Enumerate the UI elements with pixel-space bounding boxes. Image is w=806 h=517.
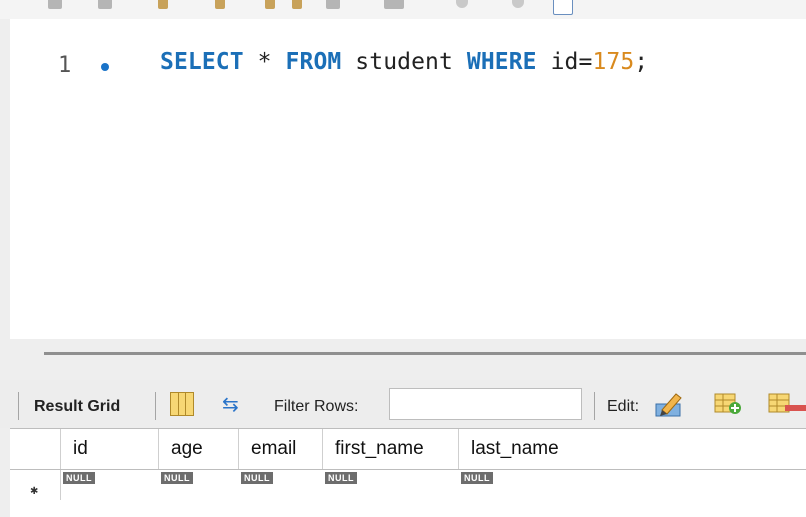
column-header-last-name[interactable]: last_name [459, 429, 806, 469]
column-header-first-name[interactable]: first_name [323, 429, 459, 469]
null-cell-email[interactable]: NULL [241, 472, 273, 484]
sql-code-line[interactable]: SELECT * FROM student WHERE id=175; [160, 49, 648, 75]
column-header-email[interactable]: email [239, 429, 323, 469]
toolbar-icon[interactable] [265, 0, 275, 9]
sql-keyword: SELECT [160, 49, 244, 75]
grid-layout-icon[interactable] [170, 392, 194, 416]
toolbar-icon[interactable] [512, 0, 524, 8]
toolbar-icon[interactable] [456, 0, 468, 8]
line-number: 1 [58, 53, 72, 78]
null-cell-id[interactable]: NULL [63, 472, 95, 484]
row-selector-header[interactable] [10, 429, 61, 469]
result-grid[interactable]: id age email first_name last_name ✱ NULL… [10, 428, 806, 517]
sql-editor[interactable]: 1 SELECT * FROM student WHERE id=175; [10, 19, 806, 339]
sql-table-name: student [355, 49, 453, 75]
panel-splitter[interactable] [44, 352, 806, 355]
sql-token: ; [634, 49, 649, 75]
top-toolbar [0, 0, 806, 19]
null-cell-age[interactable]: NULL [161, 472, 193, 484]
null-cell-first-name[interactable]: NULL [325, 472, 357, 484]
result-grid-tab[interactable]: Result Grid [34, 398, 120, 416]
toolbar-icon[interactable] [553, 0, 573, 15]
sql-condition: id= [550, 49, 593, 75]
result-toolbar: Result Grid ⇆ Filter Rows: Edit: [0, 380, 806, 428]
new-row-marker-icon: ✱ [30, 486, 39, 497]
toolbar-icon[interactable] [326, 0, 340, 9]
edit-pencil-icon[interactable] [654, 390, 684, 418]
delete-row-icon[interactable] [768, 392, 806, 416]
sql-token: * [257, 49, 272, 75]
separator [594, 392, 595, 420]
edit-label: Edit: [607, 398, 640, 415]
grid-header-row: id age email first_name last_name [10, 428, 806, 470]
column-header-age[interactable]: age [159, 429, 239, 469]
separator [18, 392, 19, 420]
sql-keyword: FROM [285, 49, 342, 75]
toolbar-icon[interactable] [48, 0, 62, 9]
refresh-icon[interactable]: ⇆ [222, 395, 239, 415]
add-row-icon[interactable] [714, 392, 742, 416]
sql-number: 175 [592, 49, 635, 75]
filter-rows-label: Filter Rows: [274, 398, 359, 415]
null-cell-last-name[interactable]: NULL [461, 472, 493, 484]
separator [155, 392, 156, 420]
toolbar-icon[interactable] [158, 0, 168, 9]
filter-rows-input[interactable] [389, 388, 582, 420]
toolbar-icon[interactable] [384, 0, 404, 9]
toolbar-icon[interactable] [292, 0, 302, 9]
toolbar-icon[interactable] [215, 0, 225, 9]
column-header-id[interactable]: id [61, 429, 159, 469]
toolbar-icon[interactable] [98, 0, 112, 9]
row-selector-divider [60, 470, 61, 500]
sql-keyword: WHERE [466, 49, 537, 75]
statement-marker-icon [101, 63, 109, 71]
